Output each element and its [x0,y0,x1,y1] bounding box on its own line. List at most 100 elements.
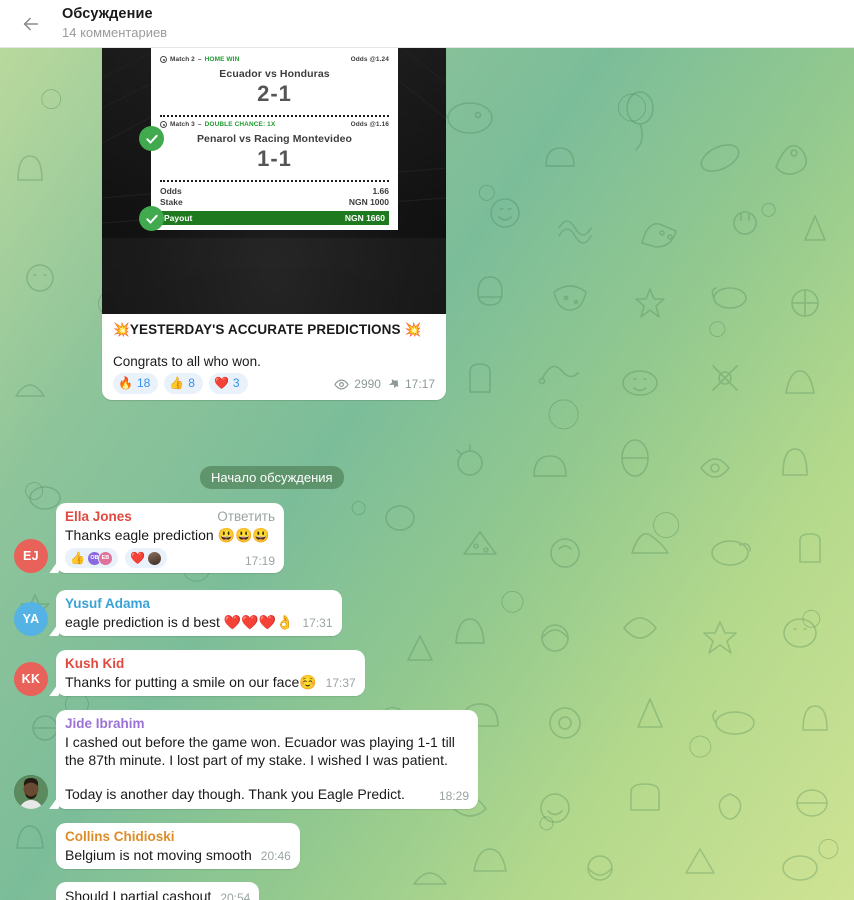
message-bubble[interactable]: Collins Chidioski Belgium is not moving … [56,823,300,870]
message-row: KK Kush Kid Thanks for putting a smile o… [14,650,365,697]
bet-slip-match: Match 3 – DOUBLE CHANCE: 1X Odds @1.16 P… [160,119,389,176]
avatar-initials: EJ [23,549,39,564]
check-circle-icon [139,206,164,231]
slip-divider [160,180,389,182]
back-button[interactable] [14,7,48,41]
arrow-left-icon [23,17,39,30]
avatar-photo [14,775,48,810]
match-selection: HOME WIN [204,56,240,63]
message-text: eagle prediction is d best ❤️❤️❤️👌 [65,613,294,630]
message-row: EJ Ella Jones Ответить Thanks eagle pred… [14,503,284,574]
message-time: 20:54 [220,891,251,900]
match-odds: Odds @1.24 [350,56,389,63]
post-caption: 💥YESTERDAY'S ACCURATE PREDICTIONS 💥 Cong… [102,314,446,400]
match-label: Match 3 [170,121,195,128]
caption-title: 💥YESTERDAY'S ACCURATE PREDICTIONS 💥 [113,322,422,337]
avatar[interactable]: YA [14,602,48,637]
football-icon [160,56,167,63]
odds-value: 1.66 [372,186,389,196]
message-reactions: 👍 OB EB ❤️ [65,548,167,569]
message-text: Thanks for putting a smile on our face☺️ [65,673,317,690]
stake-label: Stake [160,197,183,208]
match-score: 2-1 [257,81,292,106]
message-text: I cashed out before the game won. Ecuado… [65,733,455,769]
reaction-count: 8 [188,376,195,391]
avatar-spacer [14,877,48,900]
bet-slip-totals: Odds 1.66 Stake NGN 1000 Payout NGN 1660 [160,184,389,225]
message-text: Should I partial cashout [65,888,212,900]
caption-body: Congrats to all who won. [113,353,261,369]
reaction-pill[interactable]: 👍 OB EB [65,548,118,569]
reaction-pill[interactable]: ❤️ [124,548,167,569]
avatar[interactable]: KK [14,662,48,697]
avatar-initials: KK [21,672,41,687]
message-time: 17:37 [325,676,356,691]
stake-value: NGN 1000 [348,197,389,208]
message-bubble[interactable]: Jide Ibrahim I cashed out before the gam… [56,710,478,810]
message-list: Match 2 – HOME WIN Odds @1.24 Ecuador vs… [0,48,854,900]
comments-count: 14 комментариев [62,24,168,40]
message-time: 17:19 [244,554,275,569]
chat-area[interactable]: Match 2 – HOME WIN Odds @1.24 Ecuador vs… [0,48,854,900]
post-photo[interactable]: Match 2 – HOME WIN Odds @1.24 Ecuador vs… [102,48,446,314]
message-sender[interactable]: Collins Chidioski [65,828,291,846]
reply-button[interactable]: Ответить [217,509,275,524]
message-bubble[interactable]: Should I partial cashout 20:54 [56,882,260,900]
reaction-count: 18 [136,376,151,391]
view-count: 2990 [354,377,381,392]
thumbs-up-emoji-icon: 👍 [169,376,185,391]
message-row: Collins Chidioski Belgium is not moving … [14,823,300,870]
reaction-count: 3 [232,376,240,391]
bet-slip-card: Match 2 – HOME WIN Odds @1.24 Ecuador vs… [151,48,398,230]
heart-emoji-icon: ❤️ [129,551,145,566]
payout-label: Payout [164,212,193,223]
match-dash: – [197,121,202,128]
message-text: Belgium is not moving smooth [65,846,252,863]
message-row: Jide Ibrahim I cashed out before the gam… [14,710,478,810]
post-time: 17:17 [404,377,435,392]
message-bubble[interactable]: Ella Jones Ответить Thanks eagle predict… [56,503,284,574]
match-teams: Penarol vs Racing Montevideo [196,133,353,145]
message-time: 17:31 [302,616,333,631]
match-selection: DOUBLE CHANCE: 1X [204,121,276,128]
message-time: 20:46 [260,849,291,864]
message-sender[interactable]: Jide Ibrahim [65,715,469,733]
bet-slip-match: Match 2 – HOME WIN Odds @1.24 Ecuador vs… [160,54,389,111]
check-circle-icon [139,126,164,151]
avatar[interactable]: EJ [14,539,48,574]
message-bubble[interactable]: Kush Kid Thanks for putting a smile on o… [56,650,365,697]
header-text-group: Обсуждение 14 комментариев [62,6,167,41]
avatar-spacer [14,835,48,869]
eye-icon [334,379,350,390]
post-meta: 2990 17:17 [334,377,435,394]
match-score: 1-1 [257,146,292,171]
message-text: Thanks eagle prediction 😃😃😃 [65,526,270,543]
football-icon [160,121,167,128]
reactor-avatar [146,550,162,566]
message-sender[interactable]: Ella Jones [65,508,132,526]
reaction-pill[interactable]: ❤️ 3 [208,372,248,394]
message-sender[interactable]: Kush Kid [65,655,356,673]
message-row: Should I partial cashout 20:54 [14,877,260,900]
avatar-initials: YA [22,612,40,627]
slip-divider [160,115,389,117]
message-bubble[interactable]: Yusuf Adama eagle prediction is d best ❤… [56,590,342,637]
pin-icon [388,379,399,389]
match-label: Match 2 [170,56,195,63]
reaction-pill[interactable]: 👍 8 [164,372,203,394]
page-title: Обсуждение [62,6,153,23]
message-row: YA Yusuf Adama eagle prediction is d bes… [14,590,342,637]
match-dash: – [197,56,202,63]
avatar[interactable] [14,775,48,810]
channel-post[interactable]: Match 2 – HOME WIN Odds @1.24 Ecuador vs… [102,48,446,400]
message-text-paragraph-2: Today is another day though. Thank you E… [65,786,405,803]
fire-emoji-icon: 🔥 [118,376,133,391]
message-time: 18:29 [438,789,469,804]
match-odds: Odds @1.16 [350,121,389,128]
match-teams: Ecuador vs Honduras [219,68,330,80]
message-sender[interactable]: Yusuf Adama [65,595,333,613]
service-message: Начало обсуждения [200,466,344,489]
payout-value: NGN 1660 [344,212,385,223]
reaction-pill[interactable]: 🔥 18 [113,372,159,394]
heart-emoji-icon: ❤️ [213,376,229,391]
